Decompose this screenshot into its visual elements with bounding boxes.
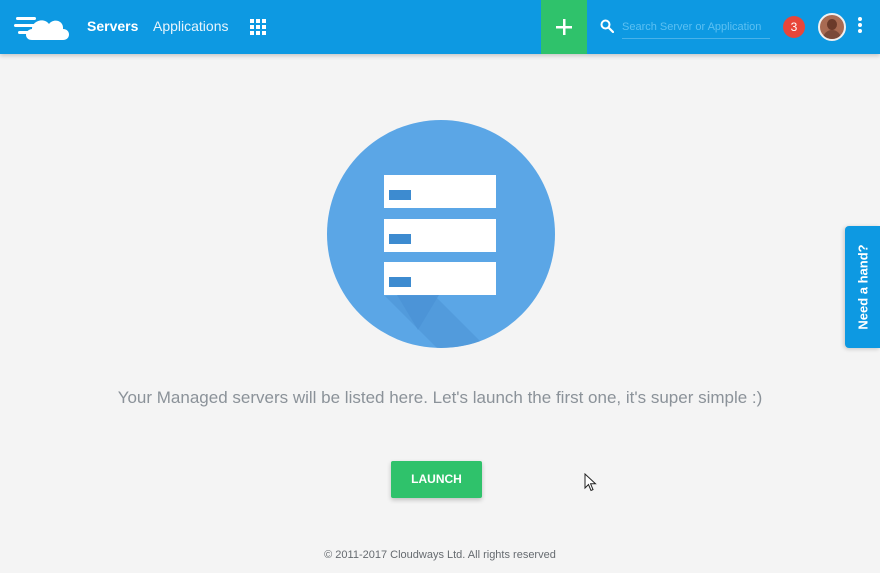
cloudways-logo[interactable] [14, 10, 72, 44]
search-box [598, 15, 770, 39]
search-icon[interactable] [600, 19, 614, 33]
nav-applications-link[interactable]: Applications [153, 18, 229, 34]
top-navbar: Servers Applications 3 [0, 0, 880, 54]
server-stack-illustration [325, 118, 557, 350]
plus-icon [556, 19, 572, 35]
search-input[interactable] [622, 15, 770, 39]
launch-button[interactable]: LAUNCH [391, 461, 482, 498]
help-tab-label: Need a hand? [855, 244, 870, 330]
need-a-hand-tab[interactable]: Need a hand? [845, 226, 880, 348]
grid-icon[interactable] [250, 19, 266, 35]
footer-copyright: © 2011-2017 Cloudways Ltd. All rights re… [324, 549, 556, 561]
add-button[interactable] [541, 0, 587, 54]
mouse-cursor-icon [584, 473, 597, 492]
nav-servers-link[interactable]: Servers [87, 18, 138, 34]
cloud-logo-icon [14, 17, 69, 40]
notification-badge[interactable]: 3 [783, 16, 805, 38]
empty-state-message: Your Managed servers will be listed here… [117, 388, 763, 407]
kebab-icon[interactable] [855, 17, 865, 37]
user-avatar[interactable] [818, 13, 846, 41]
